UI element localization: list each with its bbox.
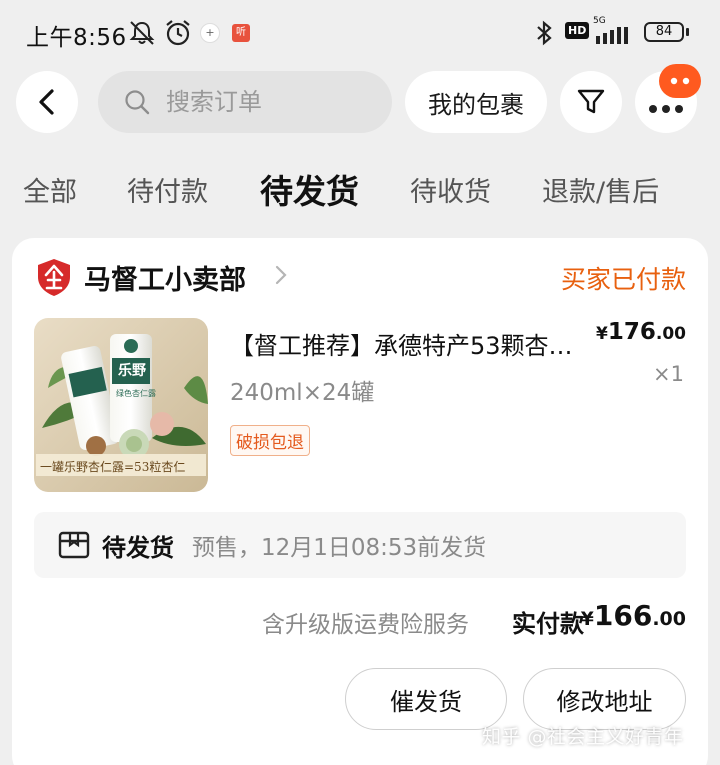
urge-shipment-button[interactable]: 催发货: [345, 668, 507, 730]
battery-indicator: 84: [644, 22, 684, 42]
message-badge-icon[interactable]: [659, 64, 701, 98]
bluetooth-icon: [533, 20, 555, 50]
status-bar: 上午8:56 + 听 HD 5G 84: [0, 0, 720, 64]
shipping-status-box[interactable]: 待发货 预售，12月1日08:53前发货: [34, 512, 686, 578]
chevron-right-icon[interactable]: [274, 264, 288, 290]
product-spec: 240ml×24罐: [230, 380, 375, 406]
product-image-slogan: 一罐乐野杏仁露=53粒杏仁: [40, 460, 186, 474]
network-type: 5G: [593, 16, 606, 26]
paid-integer: 166: [593, 599, 653, 632]
paid-decimal: .00: [652, 608, 686, 630]
order-tabs: 全部 待付款 待发货 待收货 退款/售后: [0, 170, 720, 220]
order-card[interactable]: 马督工小卖部 买家已付款 乐野 绿色杏仁露 一罐乐野杏仁露=53粒杏仁 【督工推…: [12, 238, 708, 765]
change-address-button[interactable]: 修改地址: [523, 668, 686, 730]
tab-pending-receipt[interactable]: 待收货: [410, 170, 491, 209]
filter-button[interactable]: [560, 71, 622, 133]
battery-tip: [686, 28, 689, 36]
price-currency: ¥: [596, 324, 608, 344]
tab-all[interactable]: 全部: [23, 170, 77, 209]
search-icon: [125, 90, 150, 115]
product-title[interactable]: 【督工推荐】承德特产53颗杏仁露: [230, 326, 595, 361]
tab-pending-shipment[interactable]: 待发货: [260, 165, 359, 213]
order-status: 买家已付款: [560, 265, 686, 294]
hd-voice-icon: HD: [565, 22, 590, 39]
more-dots-icon: [649, 105, 683, 113]
paid-currency: ¥: [580, 608, 594, 630]
notification-app-icon: 听: [232, 24, 250, 42]
package-box-icon: [58, 531, 90, 559]
signal-icon: [594, 26, 634, 48]
item-price: ¥176.00: [596, 319, 686, 345]
shipping-status: 待发货: [102, 533, 174, 562]
price-decimal: .00: [655, 324, 686, 344]
order-search-box[interactable]: [98, 71, 392, 133]
watermark: 知乎 @社会主义好青年: [482, 726, 684, 748]
search-input[interactable]: [166, 88, 366, 116]
paid-label: 实付款: [512, 610, 584, 638]
alarm-icon: [164, 19, 192, 51]
filter-icon: [577, 89, 605, 114]
product-image[interactable]: 乐野 绿色杏仁露 一罐乐野杏仁露=53粒杏仁: [34, 318, 208, 492]
tab-refund-aftersale[interactable]: 退款/售后: [542, 170, 659, 209]
shop-name[interactable]: 马督工小卖部: [84, 258, 246, 297]
back-arrow-icon: [39, 89, 54, 115]
product-image-can-label: 绿色杏仁露: [116, 389, 156, 398]
service-tag: 破损包退: [230, 425, 310, 456]
shipping-note: 预售，12月1日08:53前发货: [192, 535, 487, 561]
mute-icon: [127, 19, 157, 51]
price-integer: 176: [607, 319, 656, 345]
paid-amount: ¥166.00: [581, 599, 686, 632]
item-quantity: ×1: [653, 362, 684, 386]
shop-enterprise-icon: [35, 257, 73, 301]
tab-pending-payment[interactable]: 待付款: [127, 170, 208, 209]
shipping-insurance: 含升级版运费险服务: [262, 612, 469, 638]
my-packages-button[interactable]: 我的包裹: [405, 71, 547, 133]
product-image-brand: 乐野: [118, 363, 146, 379]
back-button[interactable]: [16, 71, 78, 133]
status-time: 上午8:56: [26, 25, 127, 51]
notification-app-icon: +: [200, 23, 220, 43]
